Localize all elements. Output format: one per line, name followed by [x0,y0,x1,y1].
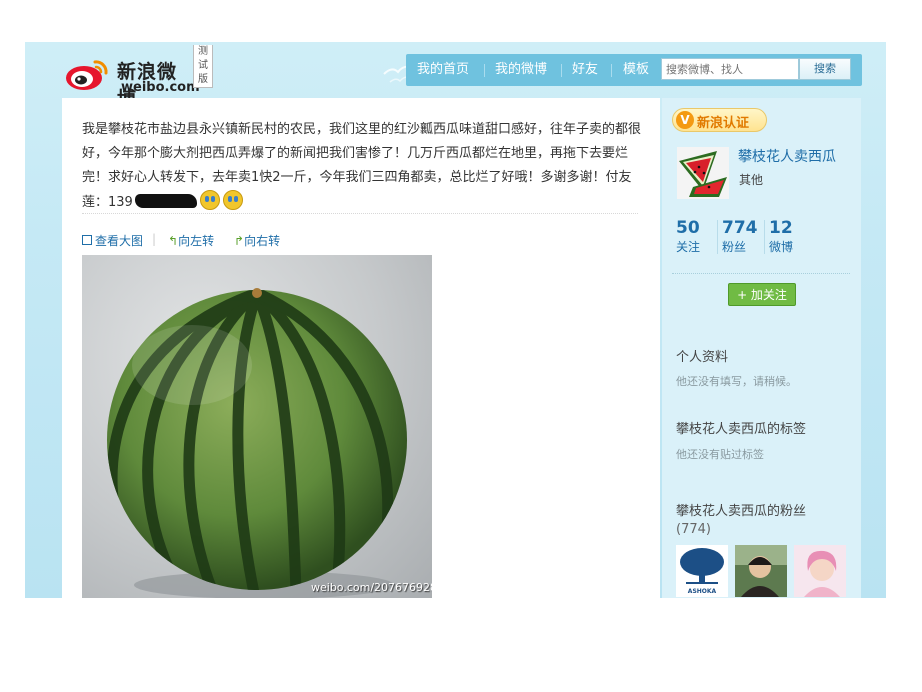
search-input[interactable] [661,58,799,80]
profile-section-note: 他还没有填写，请稍候。 [676,375,797,388]
stat-fans[interactable]: 774 粉丝 [722,218,758,256]
search-button[interactable]: 搜索 [799,58,851,80]
stat-separator [717,220,718,254]
fans-count: (774) [676,522,711,537]
crying-emoji-icon [199,190,220,210]
stat-following[interactable]: 50 关注 [676,218,700,256]
nav-my-weibo[interactable]: 我的微博 [495,54,547,86]
redacted-phone [134,194,197,208]
watermelon-image [107,288,407,598]
fan-avatar-girl[interactable] [794,545,846,597]
stat-following-label: 关注 [676,240,701,254]
stat-separator [764,220,765,254]
fans-section-title: 攀枝花人卖西瓜的粉丝 [676,504,807,519]
avatar[interactable] [677,147,729,199]
verified-v-icon: V [676,111,694,129]
nav-friends[interactable]: 好友 [572,54,598,86]
logo-english-text: weibo.com [121,80,200,95]
view-large-image-link[interactable]: 查看大图 [82,232,143,249]
nav-separator [561,64,562,77]
rotate-right-icon: ↱ [234,234,245,248]
weibo-logo[interactable]: 新浪微博 weibo.com 测试版 [65,45,213,110]
photo-watermark: weibo.com/2076769280 [311,581,432,594]
fan-logo-text: ASHOKA [688,588,717,595]
user-name-link[interactable]: 攀枝花人卖西瓜 [738,146,836,166]
tags-section-note: 他还没有贴过标签 [676,448,764,461]
rotate-right-label: 向右转 [244,234,281,248]
nav-home[interactable]: 我的首页 [417,54,469,86]
nav-separator [611,64,612,77]
rotate-left-link[interactable]: ↰向左转 [168,232,214,249]
main-content: 我是攀枝花市盐边县永兴镇新民村的农民，我们这里的红沙瓤西瓜味道甜口感好，往年子卖… [62,98,660,598]
view-large-image-label: 查看大图 [95,234,144,248]
stat-posts[interactable]: 12 微博 [769,218,793,256]
person-photo-icon [735,545,787,597]
user-category: 其他 [739,173,764,187]
stat-posts-count: 12 [769,218,793,238]
stat-fans-label: 粉丝 [722,240,747,254]
weibo-eye-icon [66,60,108,90]
top-navigation: 我的首页 我的微博 好友 模板 搜索 [406,54,862,86]
post-divider [82,213,638,214]
stat-posts-label: 微博 [769,240,794,254]
profile-section-title: 个人资料 [676,350,729,365]
sina-verified-badge[interactable]: V 新浪认证 [672,108,767,132]
rotate-left-label: 向左转 [178,234,215,248]
nav-templates[interactable]: 模板 [623,54,649,86]
tags-section-title: 攀枝花人卖西瓜的标签 [676,422,807,437]
fan-avatar-man[interactable] [735,545,787,597]
beta-tag: 测试版 [193,45,213,88]
verified-label: 新浪认证 [697,116,750,131]
watermelon-photo[interactable]: weibo.com/2076769280 [82,255,432,598]
action-separator: | [152,232,157,246]
stat-fans-count: 774 [722,218,758,238]
profile-sidebar: V 新浪认证 攀枝花人卖西瓜 其他 50 关注 774 粉丝 12 微博 + 加… [662,98,861,598]
person-photo-icon [794,545,846,597]
watermelon-slice-icon [677,147,729,199]
stat-following-count: 50 [676,218,700,238]
page-frame: 新浪微博 weibo.com 测试版 我的首页 我的微博 好友 模板 搜索 我是… [25,42,886,598]
tree-logo-icon: ASHOKA [680,548,724,595]
nav-separator [484,64,485,77]
follow-button[interactable]: + 加关注 [728,283,796,306]
rotate-left-icon: ↰ [168,234,179,248]
sidebar-divider [672,273,850,274]
rotate-right-link[interactable]: ↱向右转 [234,232,280,249]
post-text: 我是攀枝花市盐边县永兴镇新民村的农民，我们这里的红沙瓤西瓜味道甜口感好，往年子卖… [82,118,642,215]
zoom-icon [82,235,92,245]
crying-emoji-icon [222,190,243,210]
fan-avatar-ashoka[interactable]: ASHOKA [676,545,728,597]
